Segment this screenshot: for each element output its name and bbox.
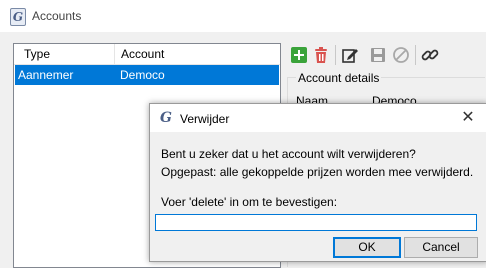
delete-dialog: G Verwijder ✕ Bent u zeker dat u het acc… bbox=[149, 103, 486, 262]
account-details-title: Account details bbox=[296, 71, 382, 85]
column-divider[interactable] bbox=[114, 44, 115, 64]
close-icon[interactable]: ✕ bbox=[454, 107, 482, 129]
dialog-title: Verwijder bbox=[180, 112, 230, 126]
dialog-message-line2: Opgepast: alle gekoppelde prijzen worden… bbox=[161, 165, 474, 179]
toolbar-separator bbox=[335, 45, 336, 65]
ok-button[interactable]: OK bbox=[333, 237, 401, 258]
save-icon[interactable] bbox=[369, 46, 387, 64]
delete-icon[interactable] bbox=[312, 46, 330, 64]
window-titlebar: G Accounts bbox=[0, 0, 486, 32]
column-header-type[interactable]: Type bbox=[24, 47, 50, 61]
dialog-body: Bent u zeker dat u het account wilt verw… bbox=[150, 132, 486, 261]
cancel-button[interactable]: Cancel bbox=[404, 237, 478, 258]
toolbar-separator bbox=[415, 45, 416, 65]
edit-icon[interactable] bbox=[341, 46, 359, 64]
confirm-input[interactable] bbox=[155, 214, 477, 231]
row-account-cell: Democo bbox=[120, 68, 165, 82]
cancel-icon[interactable] bbox=[392, 46, 410, 64]
dialog-titlebar: G Verwijder ✕ bbox=[150, 104, 486, 132]
window-title: Accounts bbox=[32, 9, 82, 23]
app-logo-icon: G bbox=[10, 8, 26, 26]
dialog-message-line1: Bent u zeker dat u het account wilt verw… bbox=[161, 147, 416, 161]
link-icon[interactable] bbox=[421, 46, 439, 64]
row-type-cell: Aannemer bbox=[18, 68, 74, 82]
add-icon[interactable] bbox=[290, 46, 308, 64]
list-row-selected[interactable]: Aannemer Democo bbox=[15, 65, 279, 85]
app-logo-icon: G bbox=[160, 110, 172, 126]
dialog-prompt: Voer 'delete' in om te bevestigen: bbox=[161, 195, 338, 209]
column-header-account[interactable]: Account bbox=[121, 47, 164, 61]
list-header: Type Account bbox=[14, 44, 280, 65]
